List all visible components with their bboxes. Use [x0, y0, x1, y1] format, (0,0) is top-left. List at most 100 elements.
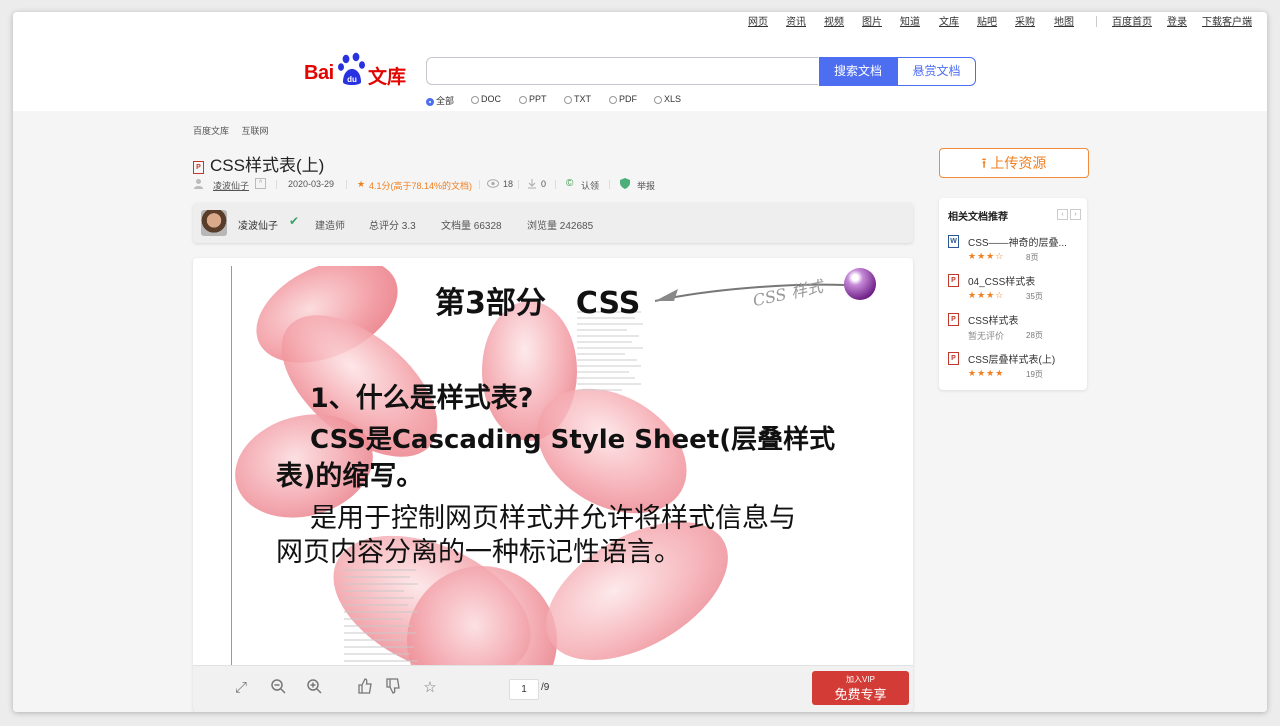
- author-view-count: 浏览量 242685: [527, 221, 594, 232]
- nav-login[interactable]: 登录: [1167, 13, 1187, 28]
- related-doc-title[interactable]: CSS——神奇的层叠...: [968, 234, 1067, 249]
- rating-stars: ★★★☆: [968, 290, 1005, 300]
- thumbs-down-icon[interactable]: [383, 678, 403, 698]
- nav-download-client[interactable]: 下载客户端: [1202, 13, 1252, 28]
- author-card: 凌波仙子 ✔ 建造师 总评分 3.3 文档量 66328 浏览量 242685: [193, 203, 913, 243]
- related-doc-title[interactable]: CSS样式表: [968, 312, 1019, 327]
- shield-icon: [620, 178, 630, 189]
- nav-web[interactable]: 网页: [748, 13, 768, 28]
- thumbs-up-icon[interactable]: [355, 678, 375, 698]
- header: Bai du 文库 搜索文档 悬赏文档 全部 DOC PPT TXT PDF X…: [13, 32, 1267, 110]
- viewer-toolbar: ⤢ ☆ 1 /9 加入VIP 免费专享: [193, 665, 913, 712]
- rating-stars: ★★★☆: [968, 251, 1005, 261]
- reward-document-button[interactable]: 悬赏文档: [897, 57, 976, 86]
- report-link[interactable]: 举报: [637, 179, 655, 192]
- fullscreen-icon[interactable]: ⤢: [231, 678, 251, 698]
- related-doc-title[interactable]: 04_CSS样式表: [968, 273, 1035, 288]
- purple-ball-icon: [844, 268, 876, 300]
- slide-page: 第3部分 CSS CSS 样式 1、什么是样式表? CSS是Cascading …: [231, 266, 876, 712]
- nav-image[interactable]: 图片: [862, 13, 882, 28]
- view-count: 18: [503, 179, 514, 189]
- chevron-left-icon[interactable]: ‹: [1057, 209, 1068, 220]
- author-doc-count: 文档量 66328: [441, 221, 502, 232]
- upload-resource-button[interactable]: ⭱ 上传资源: [939, 148, 1089, 178]
- breadcrumb: 百度文库 互联网: [193, 124, 279, 137]
- breadcrumb-wenku[interactable]: 百度文库: [193, 126, 229, 136]
- related-doc-title[interactable]: CSS层叠样式表(上): [968, 351, 1055, 366]
- verified-icon: ✔: [289, 214, 300, 228]
- nav-caigou[interactable]: 采购: [1015, 13, 1035, 28]
- search-document-button[interactable]: 搜索文档: [819, 57, 897, 86]
- rating-text: 4.1分(高于78.14%的文档): [369, 181, 473, 191]
- filter-txt[interactable]: TXT: [564, 94, 591, 104]
- author-name[interactable]: 凌波仙子: [238, 217, 278, 232]
- radio-icon: [564, 96, 572, 104]
- related-docs-title: 相关文档推荐: [948, 212, 1008, 223]
- star-outline-icon[interactable]: ☆: [420, 678, 440, 698]
- nav-wenku[interactable]: 文库: [939, 13, 959, 28]
- related-doc-item[interactable]: P CSS层叠样式表(上) ★★★★ 19页: [948, 351, 1083, 387]
- nav-video[interactable]: 视频: [824, 13, 844, 28]
- slide-title: 第3部分 CSS: [435, 286, 641, 321]
- zoom-out-icon[interactable]: [268, 678, 288, 698]
- filter-doc[interactable]: DOC: [471, 94, 501, 104]
- ppt-file-icon: P: [948, 274, 959, 287]
- main-content: 百度文库 互联网 P CSS样式表(上) 凌波仙子 ^ 2020-03-29 ★ …: [13, 111, 1267, 712]
- slide-line-2: 表)的缩写。: [276, 461, 424, 492]
- radio-selected-icon: [426, 98, 434, 106]
- browser-window: 网页 资讯 视频 图片 知道 文库 贴吧 采购 地图 百度首页 登录 下载客户端…: [13, 12, 1267, 712]
- chevron-right-icon[interactable]: ›: [1070, 209, 1081, 220]
- paw-icon: du: [338, 52, 365, 85]
- nav-baidu-home[interactable]: 百度首页: [1112, 13, 1152, 28]
- page-count: 35页: [1026, 292, 1043, 301]
- page-count: 8页: [1026, 253, 1039, 262]
- ppt-file-icon: P: [948, 352, 959, 365]
- upload-icon: ⭱: [981, 155, 987, 171]
- rating-stars: ★★★★: [968, 368, 1005, 378]
- filter-all[interactable]: 全部: [426, 94, 454, 107]
- scan-noise: [577, 311, 643, 391]
- nav-news[interactable]: 资讯: [786, 13, 806, 28]
- filter-xls[interactable]: XLS: [654, 94, 681, 104]
- page-total: /9: [541, 682, 550, 693]
- radio-icon: [609, 96, 617, 104]
- filter-ppt[interactable]: PPT: [519, 94, 547, 104]
- document-viewer[interactable]: 第3部分 CSS CSS 样式 1、什么是样式表? CSS是Cascading …: [193, 258, 913, 712]
- download-icon: [528, 179, 536, 189]
- page-number-input[interactable]: 1: [509, 679, 539, 700]
- page-count: 28页: [1026, 331, 1043, 340]
- avatar[interactable]: [201, 210, 227, 236]
- page-count: 19页: [1026, 370, 1043, 379]
- chevron-up-icon[interactable]: ^: [255, 178, 266, 189]
- ppt-file-icon: P: [948, 313, 959, 326]
- zoom-in-icon[interactable]: [304, 678, 324, 698]
- author-link[interactable]: 凌波仙子: [213, 179, 249, 192]
- breadcrumb-category[interactable]: 互联网: [242, 126, 269, 136]
- svg-text:du: du: [347, 75, 357, 84]
- nav-zhidao[interactable]: 知道: [900, 13, 920, 28]
- related-doc-item[interactable]: W CSS——神奇的层叠... ★★★☆ 8页: [948, 234, 1083, 270]
- nav-map[interactable]: 地图: [1054, 13, 1074, 28]
- user-icon: [194, 179, 203, 189]
- search-input[interactable]: [426, 57, 818, 85]
- author-role: 建造师: [315, 221, 345, 232]
- slide-heading: 1、什么是样式表?: [310, 383, 534, 414]
- filter-pdf[interactable]: PDF: [609, 94, 637, 104]
- related-doc-item[interactable]: P CSS样式表 暂无评价 28页: [948, 312, 1083, 348]
- nav-tieba[interactable]: 贴吧: [977, 13, 997, 28]
- word-file-icon: W: [948, 235, 959, 248]
- star-icon: ★: [357, 179, 366, 189]
- baidu-wenku-logo[interactable]: Bai du 文库: [304, 50, 420, 90]
- radio-icon: [519, 96, 527, 104]
- copyright-icon: ©: [566, 178, 574, 189]
- top-nav: 网页 资讯 视频 图片 知道 文库 贴吧 采购 地图 百度首页 登录 下载客户端: [13, 12, 1267, 33]
- download-count: 0: [541, 179, 547, 189]
- eye-icon: [487, 179, 499, 188]
- claim-link[interactable]: 认领: [581, 179, 599, 192]
- related-docs-panel: 相关文档推荐 ‹ › W CSS——神奇的层叠... ★★★☆ 8页 P 04_…: [939, 198, 1087, 390]
- join-vip-button[interactable]: 加入VIP 免费专享: [812, 671, 909, 705]
- ppt-file-icon: P: [193, 161, 204, 174]
- radio-icon: [654, 96, 662, 104]
- upload-date: 2020-03-29: [288, 179, 335, 189]
- related-doc-item[interactable]: P 04_CSS样式表 ★★★☆ 35页: [948, 273, 1083, 309]
